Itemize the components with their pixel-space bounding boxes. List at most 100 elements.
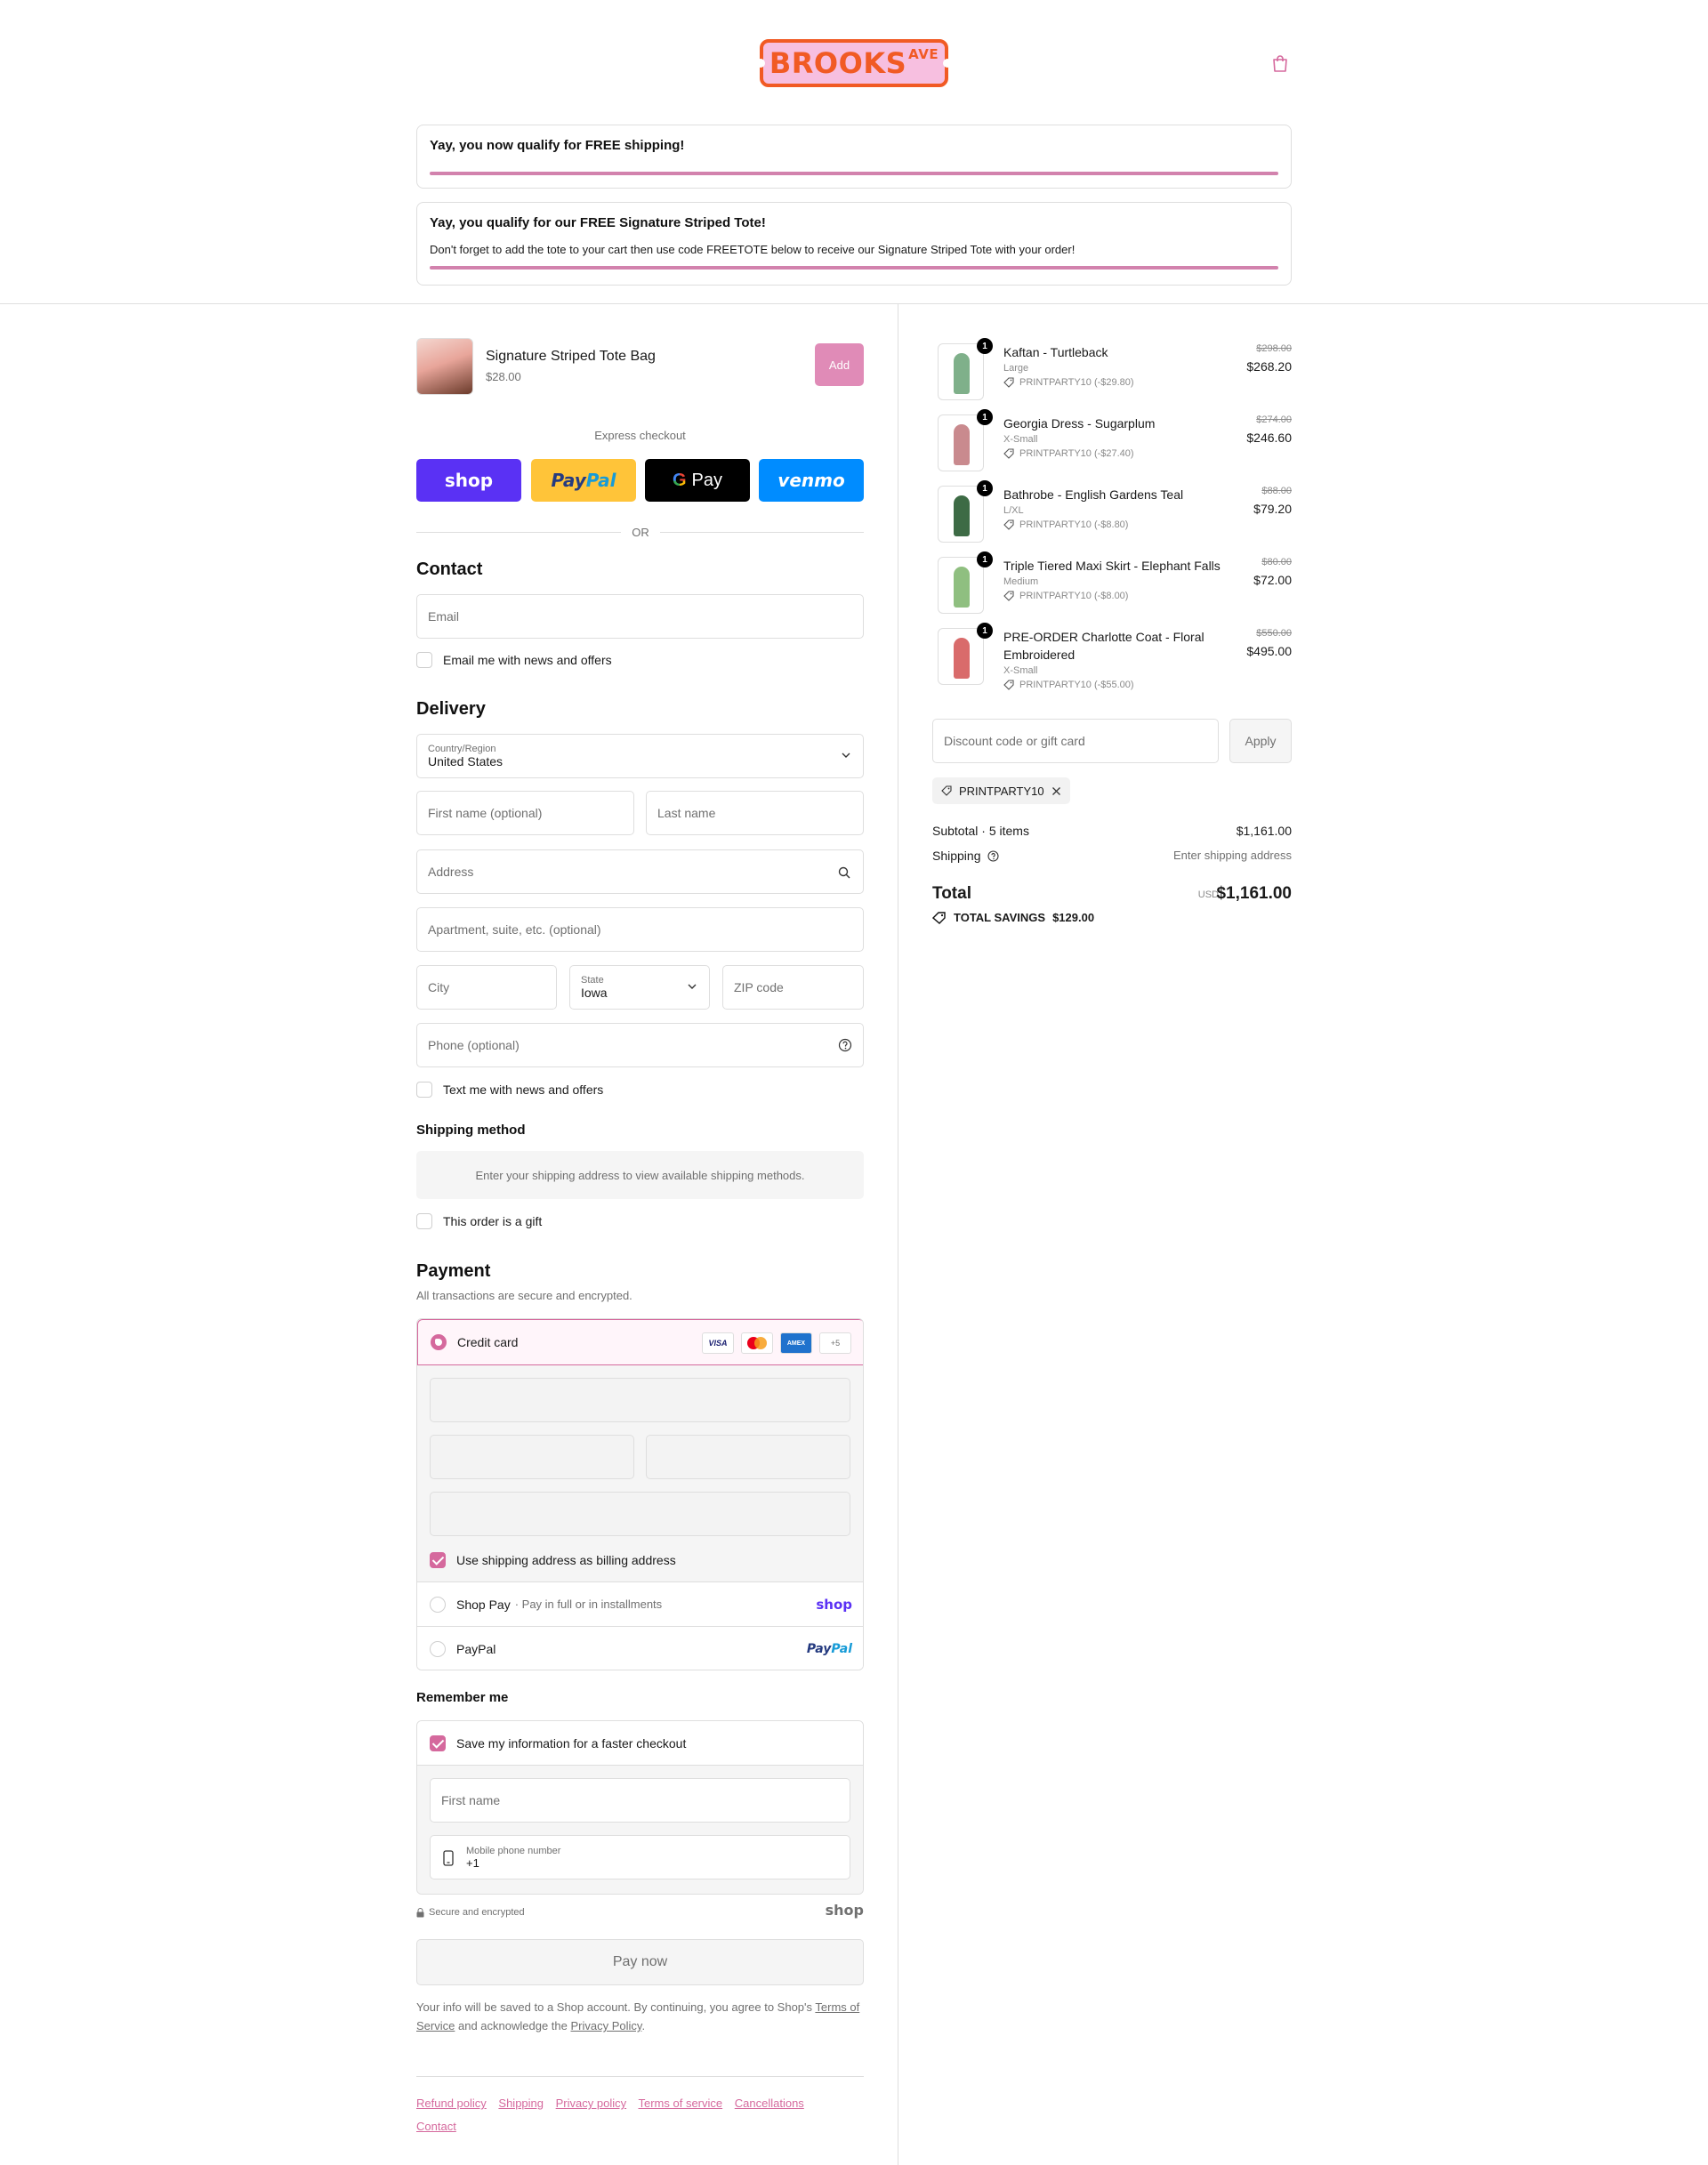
product-thumbnail xyxy=(938,628,984,685)
subtotal-row: Subtotal · 5 items $1,161.00 xyxy=(932,824,1292,838)
tag-icon xyxy=(1003,448,1014,459)
address-field[interactable]: Address xyxy=(416,849,864,894)
item-name: Georgia Dress - Sugarplum xyxy=(1003,416,1156,431)
paypal-logo-a: Pay xyxy=(806,1642,832,1656)
legal-text-3: . xyxy=(641,2019,646,2032)
email-news-label: Email me with news and offers xyxy=(443,653,612,667)
google-pay-button[interactable]: G Pay xyxy=(645,459,750,502)
refund-policy-link[interactable]: Refund policy xyxy=(416,2097,487,2110)
save-info-label: Save my information for a faster checkou… xyxy=(456,1735,687,1751)
free-tote-title: Yay, you qualify for our FREE Signature … xyxy=(430,215,766,230)
item-original-price: $298.00 xyxy=(1256,343,1292,354)
credit-card-option[interactable]: Credit card VISA AMEX +5 xyxy=(417,1319,863,1365)
quantity-badge: 1 xyxy=(977,480,993,496)
mobile-phone-icon xyxy=(443,1850,454,1866)
mobile-phone-field[interactable]: Mobile phone number +1 xyxy=(430,1835,850,1879)
item-discount: PRINTPARTY10 (-$8.00) xyxy=(1003,591,1128,601)
paypal-logo: PayPal xyxy=(807,1642,852,1656)
shipping-policy-link[interactable]: Shipping xyxy=(498,2097,544,2110)
amex-icon: AMEX xyxy=(780,1332,812,1354)
item-variant: Medium xyxy=(1003,576,1039,587)
text-news-checkbox[interactable] xyxy=(416,1082,432,1098)
billing-address-checkbox[interactable] xyxy=(430,1552,446,1568)
venmo-button[interactable]: venmo xyxy=(759,459,864,502)
item-original-price: $88.00 xyxy=(1261,486,1292,496)
product-figure xyxy=(954,495,970,536)
privacy-policy-link[interactable]: Privacy policy xyxy=(556,2097,626,2110)
product-figure xyxy=(954,638,970,679)
state-select[interactable]: State Iowa xyxy=(569,965,710,1010)
item-price: $495.00 xyxy=(1246,644,1292,658)
free-tote-text: Don't forget to add the tote to your car… xyxy=(430,243,1076,256)
text-news-option[interactable]: Text me with news and offers xyxy=(416,1082,603,1098)
save-info-option[interactable]: Save my information for a faster checkou… xyxy=(417,1721,863,1766)
country-select[interactable]: Country/Region United States xyxy=(416,734,864,778)
shop-privacy-link[interactable]: Privacy Policy xyxy=(570,2019,641,2032)
tote-bag-thumbnail xyxy=(416,338,473,395)
help-circle-icon[interactable] xyxy=(838,1038,852,1052)
product-thumbnail xyxy=(938,414,984,471)
quantity-badge: 1 xyxy=(977,623,993,639)
free-shipping-progress-bar xyxy=(430,172,1278,175)
apartment-field[interactable]: Apartment, suite, etc. (optional) xyxy=(416,907,864,952)
gift-option[interactable]: This order is a gift xyxy=(416,1213,542,1229)
mobile-phone-label: Mobile phone number xyxy=(466,1845,561,1856)
paypal-button[interactable]: Pay Pal xyxy=(531,459,636,502)
city-field[interactable]: City xyxy=(416,965,557,1010)
item-discount: PRINTPARTY10 (-$29.80) xyxy=(1003,377,1134,388)
card-number-field[interactable] xyxy=(430,1378,850,1422)
contact-title: Contact xyxy=(416,559,483,579)
email-news-option[interactable]: Email me with news and offers xyxy=(416,652,612,668)
express-checkout-label: Express checkout xyxy=(594,429,686,442)
header: BROOKS AVE Yay, you now qualify for FREE … xyxy=(0,0,1708,304)
google-g-icon: G xyxy=(672,470,687,490)
item-name: Triple Tiered Maxi Skirt - Elephant Fall… xyxy=(1003,559,1221,573)
state-value: Iowa xyxy=(581,986,608,1000)
quantity-badge: 1 xyxy=(977,338,993,354)
contact-link[interactable]: Contact xyxy=(416,2120,456,2133)
terms-of-service-link[interactable]: Terms of service xyxy=(639,2097,723,2110)
shop-pay-radio[interactable] xyxy=(430,1596,446,1613)
cancellations-link[interactable]: Cancellations xyxy=(735,2097,804,2110)
email-news-checkbox[interactable] xyxy=(416,652,432,668)
paypal-radio[interactable] xyxy=(430,1641,446,1657)
remember-first-name-field[interactable]: First name xyxy=(430,1778,850,1823)
brand-logo[interactable]: BROOKS AVE xyxy=(756,39,952,87)
product-thumbnail xyxy=(938,343,984,400)
security-code-field[interactable] xyxy=(646,1435,850,1479)
free-tote-banner: Yay, you qualify for our FREE Signature … xyxy=(416,202,1292,286)
discount-code-field[interactable]: Discount code or gift card xyxy=(932,719,1219,763)
shopping-bag-icon[interactable] xyxy=(1270,53,1290,73)
product-thumbnail xyxy=(938,557,984,614)
expiration-date-field[interactable] xyxy=(430,1435,634,1479)
save-info-checkbox[interactable] xyxy=(430,1734,446,1751)
gpay-text: Pay xyxy=(691,470,723,490)
phone-field[interactable]: Phone (optional) xyxy=(416,1023,864,1067)
credit-card-radio[interactable] xyxy=(431,1334,447,1350)
cart-item: 1 Triple Tiered Maxi Skirt - Elephant Fa… xyxy=(932,551,1292,614)
country-value: United States xyxy=(428,754,504,769)
billing-address-option[interactable]: Use shipping address as billing address xyxy=(430,1552,676,1568)
logo-text: BROOKS xyxy=(769,46,907,80)
savings-value: $129.00 xyxy=(1052,911,1095,924)
paypal-option[interactable]: PayPal PayPal xyxy=(417,1627,863,1670)
zip-field[interactable]: ZIP code xyxy=(722,965,864,1010)
gift-checkbox[interactable] xyxy=(416,1213,432,1229)
apply-discount-button[interactable]: Apply xyxy=(1229,719,1292,763)
shop-pay-option[interactable]: Shop Pay · Pay in full or in installment… xyxy=(417,1582,863,1627)
help-circle-icon[interactable] xyxy=(987,850,999,862)
item-original-price: $274.00 xyxy=(1256,414,1292,425)
mobile-phone-value: +1 xyxy=(466,1855,479,1870)
remember-me-box: Save my information for a faster checkou… xyxy=(416,1720,864,1895)
apartment-placeholder: Apartment, suite, etc. (optional) xyxy=(428,922,601,937)
email-field[interactable]: Email xyxy=(416,594,864,639)
payment-title: Payment xyxy=(416,1261,491,1281)
shop-pay-button[interactable]: shop xyxy=(416,459,521,502)
pay-now-button[interactable]: Pay now xyxy=(416,1939,864,1985)
name-on-card-field[interactable] xyxy=(430,1492,850,1536)
add-tote-button[interactable]: Add xyxy=(815,343,864,386)
first-name-field[interactable]: First name (optional) xyxy=(416,791,634,835)
shipping-row: Shipping Enter shipping address xyxy=(932,849,1292,863)
last-name-field[interactable]: Last name xyxy=(646,791,864,835)
close-icon[interactable] xyxy=(1051,786,1061,796)
